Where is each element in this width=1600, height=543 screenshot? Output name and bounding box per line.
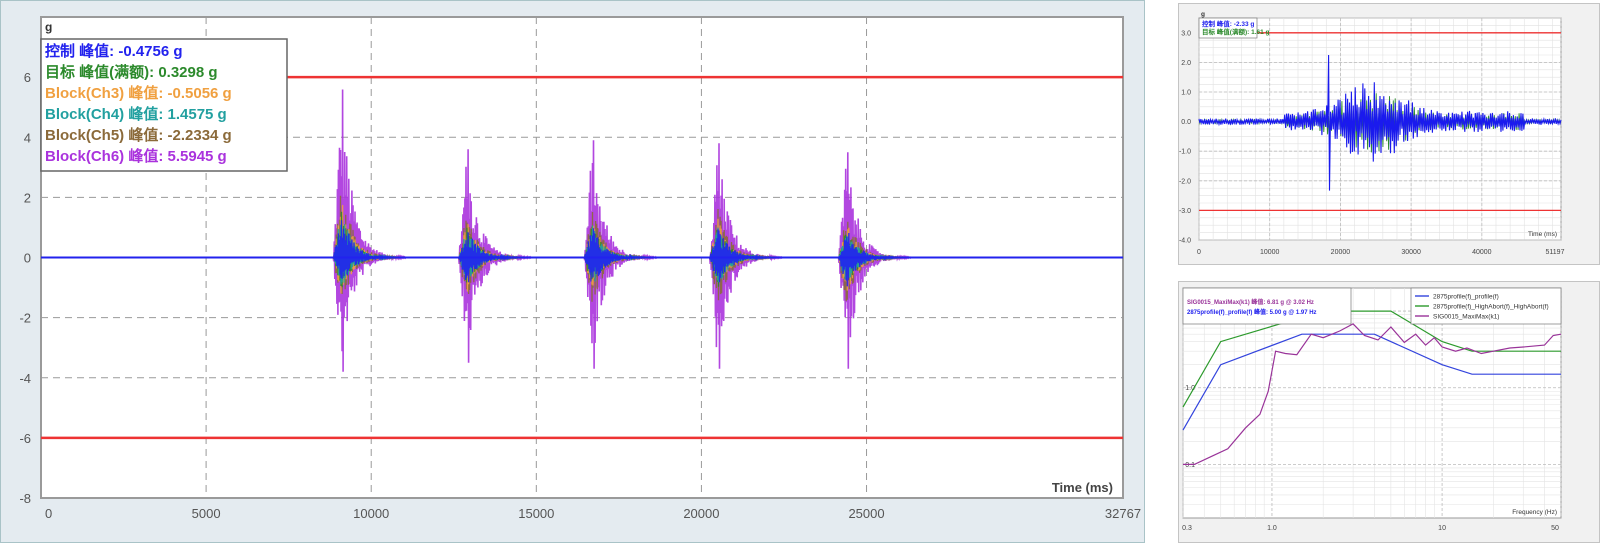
x-tick-label: 20000 xyxy=(683,506,719,521)
legend-entry: Block(Ch5) 峰值: -2.2334 g xyxy=(45,126,232,144)
x-axis-label: Time (ms) xyxy=(1052,480,1113,495)
main-time-chart: 0 5000 10000 15000 20000 25000 32767 -8 -6 -4 -2 0 2… xyxy=(19,16,1141,521)
x-tick-label: 5000 xyxy=(192,506,221,521)
y-tick-label: 0.1 xyxy=(1185,462,1195,469)
y-tick-label: 4 xyxy=(24,130,31,145)
x-tick-label: 0 xyxy=(45,506,52,521)
y-tick-label: -4.0 xyxy=(1179,238,1191,245)
y-tick-label: -8 xyxy=(19,491,31,506)
y-tick-label: -2 xyxy=(19,311,31,326)
x-tick-label: 15000 xyxy=(518,506,554,521)
y-tick-label: 2 xyxy=(24,190,31,205)
y-tick-label: 1.0 xyxy=(1181,90,1191,97)
peak-annotation: 2875profile(f)_profile(f) 峰值: 5.00 g @ 1… xyxy=(1187,308,1317,316)
legend-entry: Block(Ch6) 峰值: 5.5945 g xyxy=(45,147,227,165)
x-tick-label: 10 xyxy=(1438,525,1446,532)
y-tick-label: 3.0 xyxy=(1181,30,1191,37)
x-tick-label: 10000 xyxy=(353,506,389,521)
x-tick-label: 1.0 xyxy=(1267,525,1277,532)
spectrum-chart: 0.31.010500.11.010LogMag gFrequency (Hz)… xyxy=(1182,287,1562,532)
x-tick-label: 51197 xyxy=(1546,249,1565,256)
y-tick-label: -3.0 xyxy=(1179,208,1191,215)
y-tick-label: -1.0 xyxy=(1179,149,1191,156)
x-tick-label: 10000 xyxy=(1260,249,1280,256)
legend-entry: 控制 峰值: -2.33 g xyxy=(1202,19,1254,28)
x-tick-label: 30000 xyxy=(1401,249,1421,256)
x-axis-label: Frequency (Hz) xyxy=(1512,509,1557,516)
y-tick-label: 0.0 xyxy=(1181,119,1191,126)
legend-entry: SIG0015_MaxiMax(k1) xyxy=(1433,314,1499,321)
x-tick-label: 40000 xyxy=(1472,249,1492,256)
y-tick-label: 2.0 xyxy=(1181,60,1191,67)
y-axis-label: g xyxy=(1201,11,1205,18)
x-axis-label: Time (ms) xyxy=(1528,231,1557,238)
legend-entry: 目标 峰值(满额): 0.3298 g xyxy=(45,63,218,81)
legend-entry: 2875profile(f)_profile(f) xyxy=(1433,294,1499,301)
legend-entry: 2875profile(f)_HighAbort(f)_HighAbort(f) xyxy=(1433,304,1549,311)
x-tick-label: 0.3 xyxy=(1182,525,1192,532)
legend-entry: 目标 峰值(满额): 1.61 g xyxy=(1202,27,1270,36)
y-tick-label: -2.0 xyxy=(1179,178,1191,185)
x-tick-label: 50 xyxy=(1551,525,1559,532)
peak-annotation: SIG0015_MaxiMax(k1) 峰值: 6.81 g @ 3.02 Hz xyxy=(1187,298,1314,306)
x-tick-label: 0 xyxy=(1197,249,1201,256)
x-tick-label: 25000 xyxy=(848,506,884,521)
x-tick-label: 32767 xyxy=(1105,506,1141,521)
control-time-chart: 0 10000 20000 30000 40000 51197 -4.0 -3.0 -2.0 -1… xyxy=(1179,11,1565,256)
x-tick-label: 20000 xyxy=(1331,249,1351,256)
control-chart-panel: 0 10000 20000 30000 40000 51197 -4.0 -3.0 -2.0 -1… xyxy=(1178,3,1600,265)
legend-entry: Block(Ch3) 峰值: -0.5056 g xyxy=(45,84,232,102)
annotation-box xyxy=(1182,287,1352,325)
legend-entry: 控制 峰值: -0.4756 g xyxy=(45,42,183,60)
y-axis-label: g xyxy=(45,20,52,34)
main-chart-panel: 0 5000 10000 15000 20000 25000 32767 -8 -6 -4 -2 0 2… xyxy=(0,0,1145,543)
spectrum-chart-panel: 0.31.010500.11.010LogMag gFrequency (Hz)… xyxy=(1178,281,1600,543)
y-tick-label: -6 xyxy=(19,431,31,446)
y-tick-label: -4 xyxy=(19,371,31,386)
y-tick-label: 0 xyxy=(24,251,31,266)
legend-entry: Block(Ch4) 峰值: 1.4575 g xyxy=(45,105,227,123)
y-tick-label: 6 xyxy=(24,70,31,85)
